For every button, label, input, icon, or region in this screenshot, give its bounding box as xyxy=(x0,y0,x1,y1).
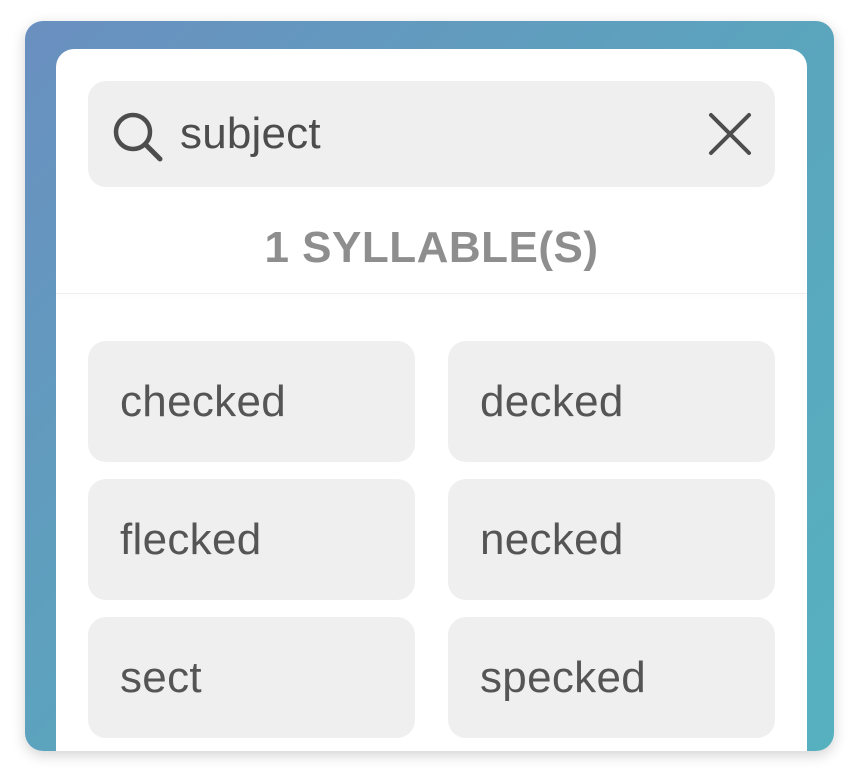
word-label: sect xyxy=(120,652,202,702)
section-title: 1 SYLLABLE(S) xyxy=(264,223,599,272)
divider xyxy=(56,293,807,294)
rhyme-panel: subject 1 SYLLABLE(S) checked decked fleck… xyxy=(56,49,807,751)
word-label: decked xyxy=(480,376,624,426)
word-label: specked xyxy=(480,652,646,702)
search-icon xyxy=(113,112,163,162)
word-tile[interactable]: flecked xyxy=(88,479,415,600)
word-tile[interactable]: specked xyxy=(448,617,775,738)
word-tile[interactable]: necked xyxy=(448,479,775,600)
word-label: checked xyxy=(120,376,286,426)
word-tile[interactable]: sect xyxy=(88,617,415,738)
word-label: flecked xyxy=(120,514,262,564)
word-grid: checked decked flecked necked sect specked xyxy=(88,341,776,738)
app-window: subject 1 SYLLABLE(S) checked decked fleck… xyxy=(25,21,834,751)
search-input[interactable]: subject xyxy=(180,107,321,161)
word-tile[interactable]: decked xyxy=(448,341,775,462)
word-label: necked xyxy=(480,514,624,564)
close-icon[interactable] xyxy=(705,109,755,159)
search-bar[interactable]: subject xyxy=(88,81,775,187)
word-tile[interactable]: checked xyxy=(88,341,415,462)
